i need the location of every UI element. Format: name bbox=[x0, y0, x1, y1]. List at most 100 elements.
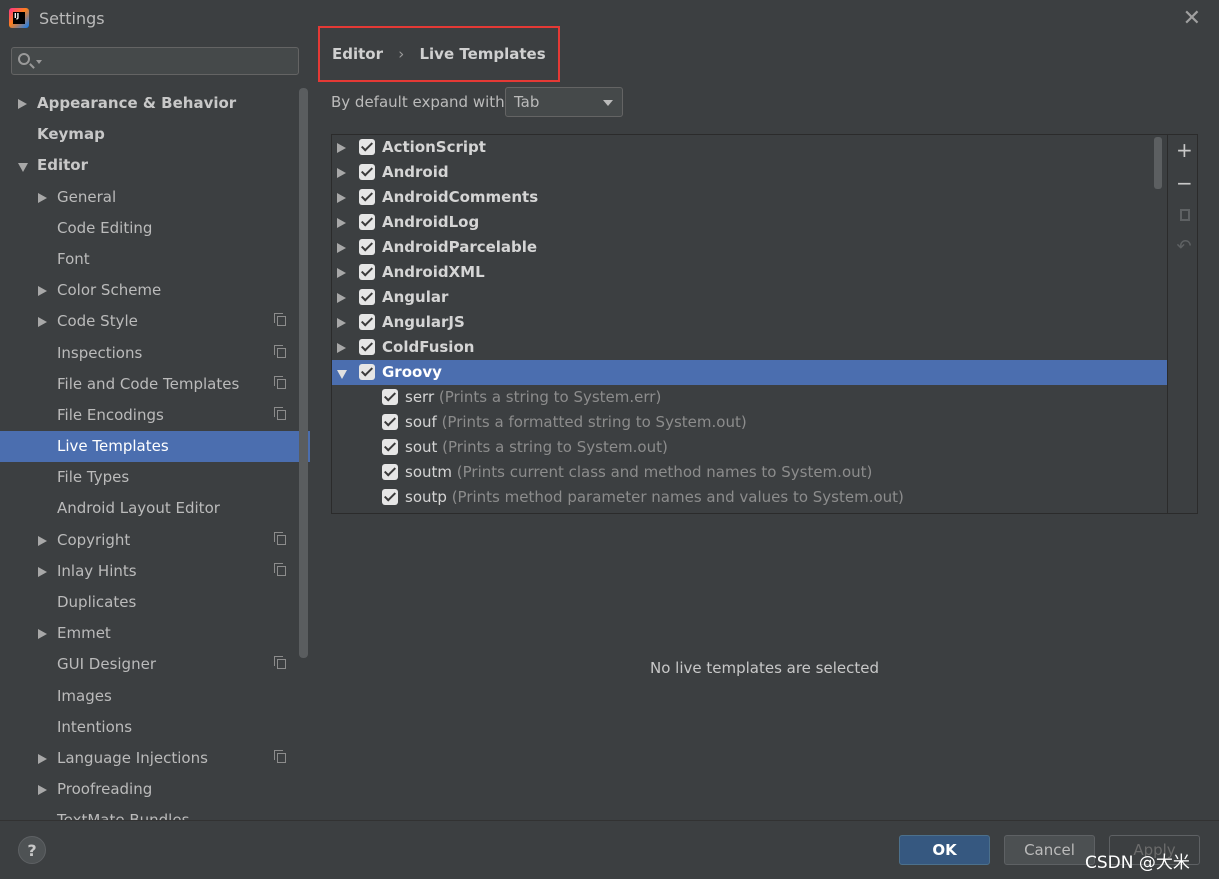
sidebar-item[interactable]: File Types bbox=[0, 462, 310, 493]
sidebar-item-label: Android Layout Editor bbox=[57, 499, 220, 518]
group-checkbox[interactable] bbox=[359, 364, 375, 380]
sidebar-item[interactable]: Appearance & Behavior bbox=[0, 88, 310, 119]
sidebar-item[interactable]: Android Layout Editor bbox=[0, 493, 310, 524]
undo-icon[interactable]: ↶ bbox=[1176, 238, 1192, 256]
sidebar-item[interactable]: Code Style bbox=[0, 306, 310, 337]
sidebar-item-label: Appearance & Behavior bbox=[37, 94, 237, 112]
template-row[interactable]: sout (Prints a string to System.out) bbox=[332, 435, 1167, 460]
sidebar-item[interactable]: Editor bbox=[0, 150, 310, 181]
ok-button[interactable]: OK bbox=[899, 835, 990, 865]
sidebar-item-label: Inlay Hints bbox=[57, 561, 137, 580]
chevron-right-icon[interactable] bbox=[337, 343, 346, 353]
template-checkbox[interactable] bbox=[382, 489, 398, 505]
chevron-down-icon[interactable] bbox=[18, 163, 28, 173]
expand-with-value: Tab bbox=[514, 93, 540, 111]
template-row[interactable]: souf (Prints a formatted string to Syste… bbox=[332, 410, 1167, 435]
close-icon[interactable]: ✕ bbox=[1183, 6, 1201, 31]
chevron-right-icon[interactable] bbox=[337, 218, 346, 228]
sidebar-item[interactable]: File and Code Templates bbox=[0, 369, 310, 400]
chevron-right-icon[interactable] bbox=[38, 317, 47, 328]
help-button[interactable]: ? bbox=[18, 836, 46, 864]
group-checkbox[interactable] bbox=[359, 214, 375, 230]
sidebar-item[interactable]: Live Templates bbox=[0, 431, 310, 463]
template-checkbox[interactable] bbox=[382, 414, 398, 430]
template-group-name: ActionScript bbox=[382, 138, 486, 156]
sidebar-item-label: Images bbox=[57, 686, 112, 705]
template-abbreviation: souf bbox=[405, 413, 437, 431]
add-icon[interactable]: + bbox=[1176, 140, 1193, 160]
group-checkbox[interactable] bbox=[359, 264, 375, 280]
sidebar-scrollbar[interactable] bbox=[299, 88, 308, 658]
group-checkbox[interactable] bbox=[359, 289, 375, 305]
sidebar-item[interactable]: File Encodings bbox=[0, 400, 310, 431]
group-checkbox[interactable] bbox=[359, 189, 375, 205]
sidebar-item[interactable]: Images bbox=[0, 681, 310, 712]
group-checkbox[interactable] bbox=[359, 314, 375, 330]
chevron-right-icon[interactable] bbox=[18, 99, 27, 109]
template-group-row[interactable]: ActionScript bbox=[332, 135, 1167, 160]
sidebar-item[interactable]: Proofreading bbox=[0, 774, 310, 805]
template-group-row[interactable]: ColdFusion bbox=[332, 335, 1167, 360]
template-group-row[interactable]: Android bbox=[332, 160, 1167, 185]
sidebar-item[interactable]: GUI Designer bbox=[0, 649, 310, 680]
template-group-row[interactable]: Angular bbox=[332, 285, 1167, 310]
chevron-right-icon[interactable] bbox=[38, 566, 47, 577]
sidebar-item[interactable]: Inspections bbox=[0, 338, 310, 369]
chevron-right-icon[interactable] bbox=[38, 192, 47, 203]
sidebar-item[interactable]: Copyright bbox=[0, 525, 310, 556]
chevron-right-icon[interactable] bbox=[337, 318, 346, 328]
sidebar-item[interactable]: TextMate Bundles bbox=[0, 805, 310, 820]
group-checkbox[interactable] bbox=[359, 164, 375, 180]
group-checkbox[interactable] bbox=[359, 139, 375, 155]
chevron-right-icon[interactable] bbox=[337, 168, 346, 178]
template-row[interactable]: soutm (Prints current class and method n… bbox=[332, 460, 1167, 485]
sidebar-item-label: Color Scheme bbox=[57, 281, 162, 300]
sidebar-item[interactable]: Inlay Hints bbox=[0, 556, 310, 587]
template-row[interactable]: soutp (Prints method parameter names and… bbox=[332, 485, 1167, 510]
sidebar-item-label: Code Editing bbox=[57, 218, 153, 237]
chevron-right-icon[interactable] bbox=[337, 268, 346, 278]
expand-with-select[interactable]: Tab bbox=[505, 87, 623, 117]
chevron-down-icon[interactable] bbox=[337, 370, 347, 379]
chevron-right-icon[interactable] bbox=[337, 193, 346, 203]
chevron-right-icon[interactable] bbox=[38, 785, 47, 796]
copy-icon[interactable] bbox=[1176, 207, 1192, 223]
remove-icon[interactable]: − bbox=[1176, 173, 1193, 193]
sidebar-item[interactable]: Keymap bbox=[0, 119, 310, 150]
template-group-row[interactable]: AndroidComments bbox=[332, 185, 1167, 210]
chevron-right-icon[interactable] bbox=[38, 629, 47, 640]
template-checkbox[interactable] bbox=[382, 439, 398, 455]
template-row[interactable]: serr (Prints a string to System.err) bbox=[332, 385, 1167, 410]
group-checkbox[interactable] bbox=[359, 239, 375, 255]
settings-search-input[interactable] bbox=[11, 47, 299, 75]
group-checkbox[interactable] bbox=[359, 339, 375, 355]
sidebar-item[interactable]: Language Injections bbox=[0, 743, 310, 774]
template-group-row[interactable]: AndroidXML bbox=[332, 260, 1167, 285]
sidebar-item[interactable]: Emmet bbox=[0, 618, 310, 649]
sidebar-item[interactable]: Code Editing bbox=[0, 213, 310, 244]
sidebar-item[interactable]: Intentions bbox=[0, 712, 310, 743]
chevron-right-icon[interactable] bbox=[337, 143, 346, 153]
title-bar: IJ Settings ✕ bbox=[0, 0, 1219, 36]
template-group-row[interactable]: Groovy bbox=[332, 360, 1167, 385]
template-group-row[interactable]: AndroidParcelable bbox=[332, 235, 1167, 260]
chevron-right-icon[interactable] bbox=[38, 286, 47, 297]
sidebar-item[interactable]: Duplicates bbox=[0, 587, 310, 618]
chevron-right-icon[interactable] bbox=[337, 293, 346, 303]
template-group-row[interactable]: AndroidLog bbox=[332, 210, 1167, 235]
template-group-name: ColdFusion bbox=[382, 338, 475, 356]
project-scope-icon bbox=[274, 749, 286, 763]
sidebar-item[interactable]: Color Scheme bbox=[0, 275, 310, 306]
sidebar-item[interactable]: General bbox=[0, 182, 310, 213]
template-checkbox[interactable] bbox=[382, 464, 398, 480]
chevron-right-icon[interactable] bbox=[337, 243, 346, 253]
template-group-row[interactable]: AngularJS bbox=[332, 310, 1167, 335]
cancel-button[interactable]: Cancel bbox=[1004, 835, 1095, 865]
templates-scrollbar[interactable] bbox=[1154, 137, 1162, 189]
chevron-right-icon[interactable] bbox=[38, 753, 47, 764]
sidebar-item[interactable]: Font bbox=[0, 244, 310, 275]
template-description: (Prints a formatted string to System.out… bbox=[441, 413, 747, 431]
chevron-right-icon[interactable] bbox=[38, 535, 47, 546]
template-entry: sout (Prints a string to System.out) bbox=[405, 435, 668, 460]
template-checkbox[interactable] bbox=[382, 389, 398, 405]
